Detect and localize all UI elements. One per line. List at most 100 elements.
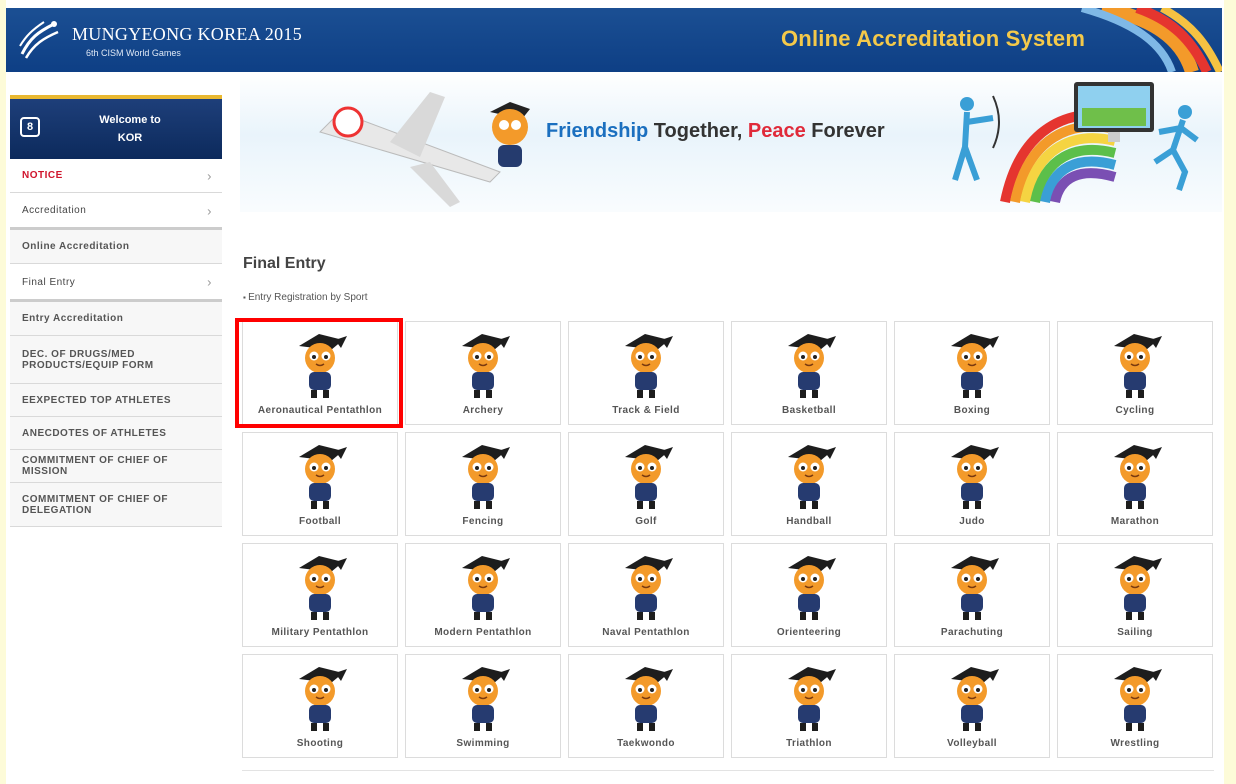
- sidebar-item-accreditation[interactable]: Accreditation ›: [10, 193, 222, 229]
- chevron-right-icon: ›: [207, 274, 212, 290]
- sport-tile[interactable]: Judo: [894, 432, 1050, 536]
- cycling-mascot-icon: [1114, 334, 1162, 398]
- sport-tile[interactable]: Triathlon: [731, 654, 887, 758]
- sport-tile[interactable]: Taekwondo: [568, 654, 724, 758]
- sport-label: Track & Field: [612, 405, 680, 416]
- slogan-forever: Forever: [805, 120, 885, 142]
- shooting-mascot-icon: [299, 667, 347, 731]
- sidebar-item-commitment-chief-delegation[interactable]: COMMITMENT OF CHIEF OF DELEGATION: [10, 483, 222, 527]
- sailing-mascot-icon: [1114, 556, 1162, 620]
- sport-tile[interactable]: Basketball: [731, 321, 887, 425]
- banner-slogan: Friendship Together, Peace Forever: [546, 120, 885, 143]
- bottom-divider: [242, 770, 1214, 771]
- football-mascot-icon: [299, 445, 347, 509]
- sport-tile[interactable]: Fencing: [405, 432, 561, 536]
- decorative-swoosh-icon: [1080, 8, 1222, 72]
- site-header: MUNGYEONG KOREA 2015 6th CISM World Game…: [6, 8, 1222, 72]
- sidebar-item-label: COMMITMENT OF CHIEF OF DELEGATION: [22, 493, 168, 516]
- sport-tile[interactable]: Orienteering: [731, 543, 887, 647]
- right-page-edge: [1224, 0, 1236, 784]
- sport-label: Triathlon: [786, 738, 832, 749]
- sport-tile[interactable]: Football: [242, 432, 398, 536]
- orienteering-mascot-icon: [788, 556, 836, 620]
- sport-label: Golf: [635, 516, 657, 527]
- banner-mascot-icon: [490, 102, 530, 167]
- aeronautical-pentathlon-mascot-icon: [299, 334, 347, 398]
- sport-label: Shooting: [296, 738, 344, 749]
- sidebar-item-entry-accreditation[interactable]: Entry Accreditation: [10, 299, 222, 336]
- sport-label: Archery: [462, 405, 504, 416]
- sidebar-item-notice[interactable]: NOTICE ›: [10, 159, 222, 193]
- sport-label: Naval Pentathlon: [602, 627, 690, 638]
- sport-tile[interactable]: Track & Field: [568, 321, 724, 425]
- sport-label: Handball: [786, 516, 832, 527]
- golf-mascot-icon: [625, 445, 673, 509]
- sport-tile[interactable]: Aeronautical Pentathlon: [242, 321, 398, 425]
- sport-label: Taekwondo: [617, 738, 675, 749]
- slogan-peace: Peace: [747, 120, 806, 142]
- sport-tile[interactable]: Modern Pentathlon: [405, 543, 561, 647]
- lock-icon[interactable]: 8: [20, 117, 40, 137]
- sidebar-item-label: Online Accreditation: [22, 240, 130, 252]
- sport-tile[interactable]: Cycling: [1057, 321, 1213, 425]
- sport-label: Sailing: [1117, 627, 1153, 638]
- taekwondo-mascot-icon: [625, 667, 673, 731]
- logo-title: MUNGYEONG KOREA 2015: [72, 24, 302, 44]
- sport-tile[interactable]: Sailing: [1057, 543, 1213, 647]
- slogan-together: Together,: [653, 120, 748, 142]
- sidebar-item-label: Final Entry: [22, 276, 76, 288]
- handball-mascot-icon: [788, 445, 836, 509]
- sport-tile[interactable]: Volleyball: [894, 654, 1050, 758]
- sport-tile[interactable]: Naval Pentathlon: [568, 543, 724, 647]
- sidebar-item-label: Accreditation: [22, 205, 87, 216]
- sport-tile[interactable]: Swimming: [405, 654, 561, 758]
- swimming-mascot-icon: [462, 667, 510, 731]
- games-logo-icon[interactable]: [14, 14, 66, 66]
- sport-tile[interactable]: Golf: [568, 432, 724, 536]
- sport-label: Basketball: [781, 405, 837, 416]
- welcome-panel: 8 Welcome to KOR: [10, 95, 222, 159]
- archery-mascot-icon: [462, 334, 510, 398]
- sidebar-item-label: DEC. OF DRUGS/MED PRODUCTS/EQUIP FORM: [22, 348, 154, 371]
- sport-tile[interactable]: Marathon: [1057, 432, 1213, 536]
- sport-tile[interactable]: Archery: [405, 321, 561, 425]
- left-page-edge: [0, 0, 6, 784]
- fencing-mascot-icon: [462, 445, 510, 509]
- sidebar-item-label: Entry Accreditation: [22, 312, 124, 324]
- chevron-right-icon: ›: [207, 203, 212, 218]
- sidebar-item-drugs-form[interactable]: DEC. OF DRUGS/MED PRODUCTS/EQUIP FORM: [10, 336, 222, 384]
- sport-label: Marathon: [1110, 516, 1160, 527]
- welcome-text: Welcome to KOR: [70, 111, 190, 147]
- welcome-line: Welcome to: [99, 114, 161, 126]
- naval-pentathlon-mascot-icon: [625, 556, 673, 620]
- boxing-mascot-icon: [951, 334, 999, 398]
- logo-subtitle: 6th CISM World Games: [86, 48, 181, 58]
- judo-mascot-icon: [951, 445, 999, 509]
- sport-label: Military Pentathlon: [271, 627, 369, 638]
- marathon-mascot-icon: [1114, 445, 1162, 509]
- sport-label: Wrestling: [1110, 738, 1160, 749]
- sidebar-item-expected-top-athletes[interactable]: EEXPECTED TOP ATHLETES: [10, 384, 222, 417]
- hero-banner: Friendship Together, Peace Forever: [240, 72, 1222, 212]
- sidebar-item-label: ANECDOTES OF ATHLETES: [22, 427, 167, 439]
- sport-tile[interactable]: Boxing: [894, 321, 1050, 425]
- sport-tile[interactable]: Parachuting: [894, 543, 1050, 647]
- sidebar-item-anecdotes[interactable]: ANECDOTES OF ATHLETES: [10, 417, 222, 450]
- basketball-mascot-icon: [788, 334, 836, 398]
- sport-tile[interactable]: Wrestling: [1057, 654, 1213, 758]
- page-title: Final Entry: [243, 255, 326, 272]
- banner-runner-icon: [1153, 105, 1199, 191]
- sidebar-item-label: EEXPECTED TOP ATHLETES: [22, 394, 171, 406]
- sport-label: Boxing: [953, 405, 991, 416]
- sport-tile[interactable]: Handball: [731, 432, 887, 536]
- sport-tile[interactable]: Shooting: [242, 654, 398, 758]
- sport-label: Cycling: [1115, 405, 1155, 416]
- sport-label: Swimming: [456, 738, 510, 749]
- sidebar-item-label: NOTICE: [22, 170, 63, 181]
- wrestling-mascot-icon: [1114, 667, 1162, 731]
- sidebar-item-commitment-chief-mission[interactable]: COMMITMENT OF CHIEF OF MISSION: [10, 450, 222, 483]
- sidebar-item-online-accreditation[interactable]: Online Accreditation: [10, 227, 222, 264]
- sport-tile[interactable]: Military Pentathlon: [242, 543, 398, 647]
- sidebar-item-label: COMMITMENT OF CHIEF OF MISSION: [22, 455, 168, 477]
- sidebar-item-final-entry[interactable]: Final Entry ›: [10, 264, 222, 301]
